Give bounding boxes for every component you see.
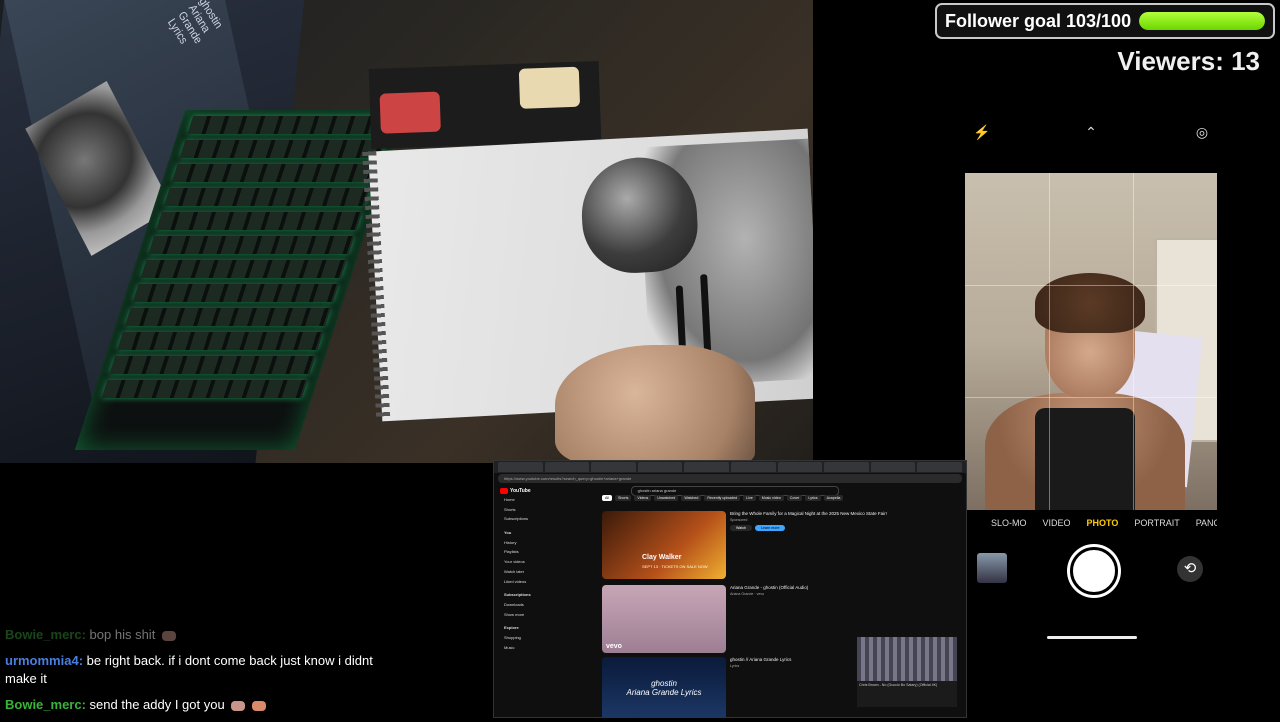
camera-mode-selector: SLO-MO VIDEO PHOTO PORTRAIT PANO: [965, 518, 1217, 528]
video-thumbnail[interactable]: vevo: [602, 585, 726, 653]
browser-tab[interactable]: [730, 462, 776, 472]
chip[interactable]: Acapella: [823, 495, 844, 501]
chip[interactable]: Music video: [758, 495, 784, 501]
sidebar-item-watch-later[interactable]: Watch later: [498, 569, 568, 579]
browser-tab[interactable]: [777, 462, 823, 472]
sidebar-section-subscriptions[interactable]: Subscriptions: [498, 592, 568, 602]
mini-player[interactable]: Chris Brown - No (Guccio Bo Salary) (Off…: [857, 637, 957, 707]
play-icon: [500, 488, 508, 494]
vevo-logo: vevo: [606, 643, 622, 650]
mini-player-title: Chris Brown - No (Guccio Bo Salary) (Off…: [859, 683, 938, 687]
chip[interactable]: Recently uploaded: [704, 495, 741, 501]
chat-message: Bowie_merc: bop his shit: [5, 626, 405, 644]
sidebar-section-you[interactable]: You: [498, 530, 568, 540]
webcam-feed: ghostin Ariana Grande Lyrics: [0, 0, 813, 463]
emote-icon: [251, 700, 266, 711]
youtube-sidebar: Home Shorts Subscriptions You History Pl…: [498, 497, 568, 654]
chip-all[interactable]: All: [602, 495, 612, 501]
chip[interactable]: Live: [743, 495, 756, 501]
flash-off-icon[interactable]: ⚡: [973, 124, 990, 140]
chevron-up-icon[interactable]: ⌃: [1083, 124, 1099, 140]
browser-tab[interactable]: [917, 462, 962, 472]
sidebar-item-your-videos[interactable]: Your videos: [498, 559, 568, 569]
chat-panel: Bowie_merc: bop his shit urmommia4: be r…: [5, 626, 405, 722]
browser-window: https://www.youtube.com/results?search_q…: [493, 460, 967, 718]
video-thumbnail[interactable]: Clay Walker SEPT 13 · TICKETS ON SALE NO…: [602, 511, 726, 579]
sidebar-item-playlists[interactable]: Playlists: [498, 549, 568, 559]
sidebar-item-shopping[interactable]: Shopping: [498, 635, 568, 645]
browser-tab[interactable]: [870, 462, 916, 472]
thumbnail-subtitle: SEPT 13 · TICKETS ON SALE NOW: [642, 564, 708, 569]
chat-username[interactable]: Bowie_merc:: [5, 627, 86, 642]
sidebar-section-explore[interactable]: Explore: [498, 625, 568, 635]
chip[interactable]: Lyrics: [805, 495, 821, 501]
sticker-board: [368, 61, 602, 149]
filter-chips: All Shorts Videos Unwatched Watched Rece…: [602, 495, 844, 501]
sidebar-item-shorts[interactable]: Shorts: [498, 507, 568, 517]
viewer-count: Viewers: 13: [1117, 46, 1260, 76]
last-photo-thumbnail[interactable]: [977, 553, 1007, 583]
mode-pano[interactable]: PANO: [1196, 518, 1217, 528]
watch-button[interactable]: Watch: [730, 525, 753, 531]
mode-slo-mo[interactable]: SLO-MO: [991, 518, 1027, 528]
learn-more-button[interactable]: Learn more: [755, 525, 786, 531]
home-indicator[interactable]: [1047, 636, 1137, 639]
chip[interactable]: Watched: [681, 495, 702, 501]
video-thumbnail[interactable]: ghostin Ariana Grande Lyrics: [602, 657, 726, 717]
thumbnail-title: Clay Walker: [642, 554, 682, 561]
browser-tab[interactable]: [637, 462, 683, 472]
chip[interactable]: Shorts: [615, 495, 632, 501]
sidebar-item-music[interactable]: Music: [498, 645, 568, 655]
browser-tab[interactable]: [544, 462, 590, 472]
sidebar-item-show-more[interactable]: Show more: [498, 612, 568, 622]
chat-username[interactable]: Bowie_merc:: [5, 697, 86, 712]
follower-goal-fill: [1139, 12, 1265, 30]
emote-icon: [161, 630, 176, 641]
video-meta: Bring the Whole Family for a Magical Nig…: [730, 511, 900, 531]
sidebar-item-downloads[interactable]: Downloads: [498, 602, 568, 612]
video-channel[interactable]: Ariana Grande · vevo: [730, 592, 900, 596]
chip[interactable]: Cover: [786, 495, 803, 501]
thumbnail-text: ghostin Ariana Grande Lyrics: [626, 679, 702, 697]
phone-camera-feed: ⚡ ⌃ ◎ SLO-MO VIDEO PHOTO PORTRAIT PANO ⟲: [965, 100, 1217, 645]
shutter-button[interactable]: [1070, 547, 1118, 595]
chat-text: bop his shit: [89, 627, 156, 642]
sidebar-item-liked[interactable]: Liked videos: [498, 579, 568, 589]
sidebar-item-subscriptions[interactable]: Subscriptions: [498, 516, 568, 526]
camera-viewfinder[interactable]: [965, 173, 1217, 510]
artist-hand: [555, 345, 755, 463]
sidebar-item-home[interactable]: Home: [498, 497, 568, 507]
youtube-logo[interactable]: YouTube: [500, 488, 531, 494]
mode-photo[interactable]: PHOTO: [1087, 518, 1119, 528]
chip[interactable]: Videos: [634, 495, 652, 501]
browser-tab[interactable]: [591, 462, 636, 472]
address-bar[interactable]: https://www.youtube.com/results?search_q…: [498, 474, 962, 483]
mode-video[interactable]: VIDEO: [1043, 518, 1071, 528]
follower-goal-bar: [1139, 12, 1265, 30]
chat-username[interactable]: urmommia4:: [5, 653, 83, 668]
emote-icon: [231, 700, 246, 711]
camera-top-bar: ⚡ ⌃ ◎: [965, 100, 1217, 172]
laptop-screen-text: ghostin Ariana Grande Lyrics: [164, 0, 225, 47]
follower-goal-widget: Follower goal 103/100: [935, 3, 1275, 39]
video-title[interactable]: Ariana Grande - ghostin (Official Audio): [730, 585, 900, 590]
browser-tab[interactable]: [684, 462, 729, 472]
chat-message: Bowie_merc: send the addy I got you: [5, 696, 405, 714]
browser-tab-bar: [494, 461, 966, 473]
video-meta: Ariana Grande - ghostin (Official Audio)…: [730, 585, 900, 596]
chat-message: urmommia4: be right back. if i dont come…: [5, 652, 405, 688]
chat-text: send the addy I got you: [89, 697, 225, 712]
video-title[interactable]: Bring the Whole Family for a Magical Nig…: [730, 511, 900, 516]
follower-goal-label: Follower goal 103/100: [945, 10, 1132, 31]
live-photo-off-icon[interactable]: ◎: [1194, 124, 1210, 140]
browser-tab[interactable]: [498, 462, 543, 472]
browser-tab[interactable]: [824, 462, 869, 472]
chip[interactable]: Unwatched: [654, 495, 679, 501]
mini-player-video[interactable]: [857, 637, 957, 681]
mode-portrait[interactable]: PORTRAIT: [1134, 518, 1179, 528]
camera-flip-icon[interactable]: ⟲: [1177, 556, 1203, 582]
sidebar-item-history[interactable]: History: [498, 540, 568, 550]
video-channel[interactable]: Sponsored: [730, 518, 900, 522]
